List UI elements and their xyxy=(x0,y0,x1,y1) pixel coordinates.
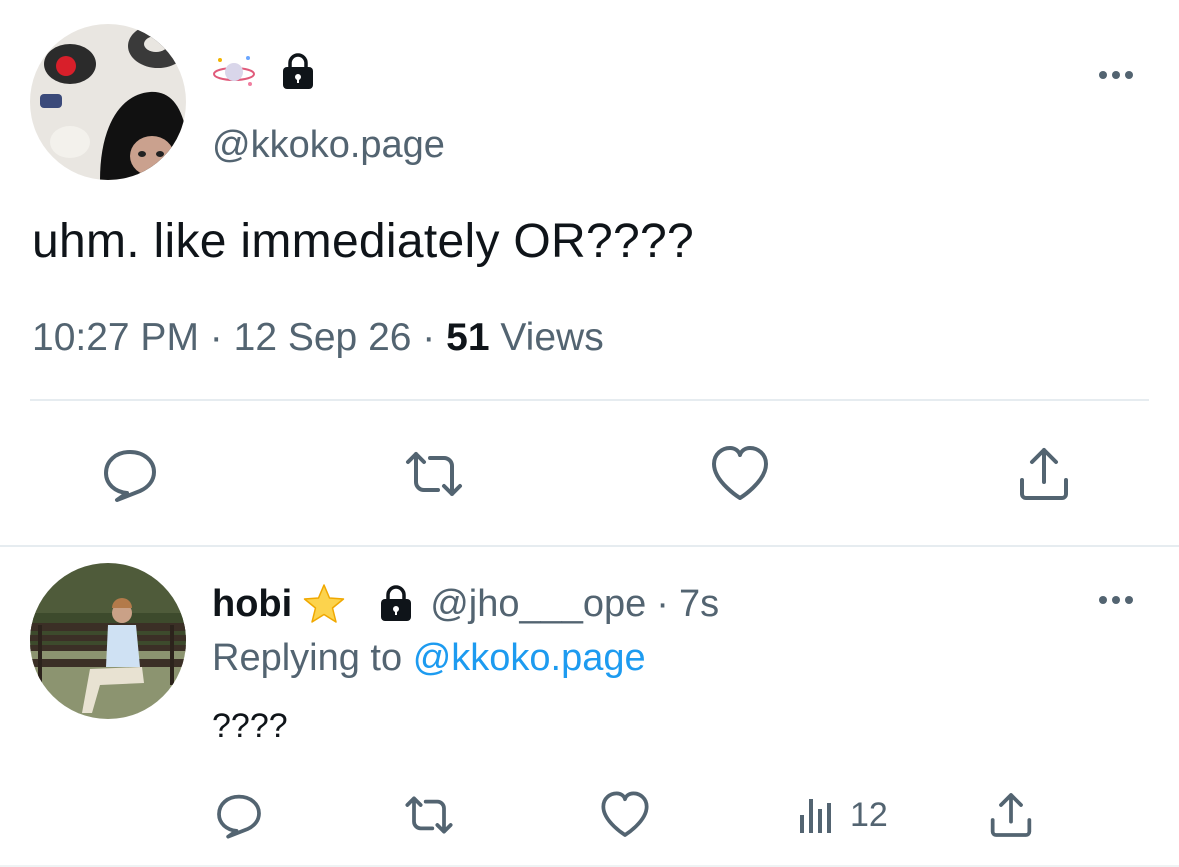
reply-display-name[interactable]: hobi xyxy=(212,583,292,626)
more-horizontal-icon[interactable] xyxy=(1096,585,1136,615)
tweet-text: uhm. like immediately OR???? xyxy=(32,215,695,268)
avatar[interactable] xyxy=(30,563,186,719)
avatar-image xyxy=(30,563,186,719)
divider xyxy=(30,399,1149,401)
reply-bubble-icon[interactable] xyxy=(100,444,160,504)
views-count[interactable]: 51 xyxy=(446,316,489,359)
heart-icon[interactable] xyxy=(710,444,770,504)
reply-handle[interactable]: @jho___ope xyxy=(430,583,646,626)
more-horizontal-icon[interactable] xyxy=(1096,60,1136,90)
avatar[interactable] xyxy=(30,24,186,180)
planet-emoji-icon xyxy=(213,56,255,86)
share-icon[interactable] xyxy=(986,790,1036,840)
reply-tweet[interactable]: hobi @jho___ope · 7s Replying to @kkoko.… xyxy=(0,547,1179,867)
replying-to-mention[interactable]: @kkoko.page xyxy=(413,637,646,679)
meta-separator: · xyxy=(656,582,669,625)
reply-bubble-icon[interactable] xyxy=(214,790,264,840)
author-handle[interactable]: @kkoko.page xyxy=(212,124,445,167)
meta-separator: · xyxy=(209,316,223,359)
heart-icon[interactable] xyxy=(600,790,650,840)
reply-actions: 12 xyxy=(0,787,1179,843)
star-emoji-icon xyxy=(303,584,345,623)
tweet-meta: 10:27 PM · 12 Sep 26 · 51 Views xyxy=(32,316,604,360)
retweet-icon[interactable] xyxy=(404,444,464,504)
reply-text: ???? xyxy=(212,707,288,745)
tweet-actions xyxy=(0,444,1179,504)
tweet-time[interactable]: 10:27 PM xyxy=(32,316,199,359)
share-icon[interactable] xyxy=(1014,444,1074,504)
lock-icon xyxy=(381,585,412,621)
views-label[interactable]: Views xyxy=(500,316,603,359)
author-name-row xyxy=(212,50,318,94)
views-stat[interactable]: 12 xyxy=(798,795,888,835)
meta-separator: · xyxy=(422,316,436,359)
reply-header: hobi @jho___ope · 7s xyxy=(212,579,719,629)
avatar-image xyxy=(30,24,186,180)
replying-to-prefix: Replying to xyxy=(212,637,403,679)
replying-to: Replying to @kkoko.page xyxy=(212,637,646,680)
reply-views-count: 12 xyxy=(850,795,888,834)
tweet-date[interactable]: 12 Sep 26 xyxy=(234,316,412,359)
reply-time[interactable]: 7s xyxy=(679,583,719,626)
main-tweet: @kkoko.page uhm. like immediately OR????… xyxy=(0,0,1179,545)
lock-icon xyxy=(283,53,313,89)
retweet-icon[interactable] xyxy=(404,790,454,840)
views-bars-icon xyxy=(800,799,831,833)
